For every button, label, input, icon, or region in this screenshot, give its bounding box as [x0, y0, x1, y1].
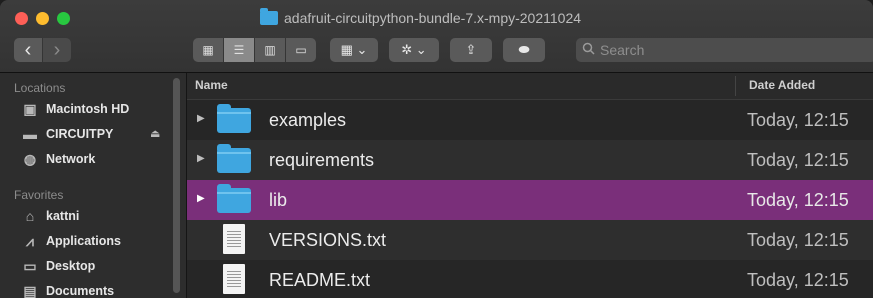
text-file-icon — [223, 224, 245, 254]
window-title: adafruit-circuitpython-bundle-7.x-mpy-20… — [260, 8, 582, 26]
sidebar-item-kattni[interactable]: ⌂ kattni — [22, 208, 80, 224]
file-date-added: Today, 12:15 — [747, 150, 849, 170]
file-date-added: Today, 12:15 — [747, 190, 849, 210]
search-icon — [582, 42, 595, 58]
sidebar-item-label: kattni — [46, 209, 80, 223]
home-icon: ⌂ — [25, 208, 35, 224]
table-row[interactable]: ▶ requirements Today, 12:15 — [187, 140, 873, 180]
file-date-added: Today, 12:15 — [747, 270, 849, 290]
file-name: examples — [269, 110, 347, 130]
eject-icon[interactable]: ⏏ — [150, 127, 160, 140]
sidebar-item-circuitpy[interactable]: ▬ CIRCUITPY — [22, 126, 113, 142]
sidebar-item-label: Applications — [46, 234, 122, 248]
folder-icon — [217, 184, 251, 213]
column-divider[interactable] — [735, 76, 736, 96]
gear-icon: ✲ ⌄ — [401, 42, 427, 57]
columns-icon: ▥ — [264, 43, 276, 57]
disclosure-triangle-icon[interactable]: ▶ — [197, 153, 205, 164]
column-date-added-header[interactable]: Date Added — [749, 78, 815, 92]
sidebar-item-label: Desktop — [46, 259, 96, 273]
sidebar-item-applications[interactable]: ⩘ Applications — [22, 233, 121, 249]
view-mode-control: ▦ ☰ ▥ ▭ — [193, 38, 316, 62]
share-icon: ⇪ — [465, 42, 477, 57]
sidebar-heading-favorites: Favorites — [14, 188, 64, 202]
applications-icon: ⩘ — [26, 232, 34, 249]
forward-button[interactable]: › — [43, 38, 71, 62]
file-name: requirements — [269, 150, 375, 170]
view-icons-button[interactable]: ▦ — [193, 38, 223, 62]
text-file-icon — [223, 264, 245, 294]
view-gallery-button[interactable]: ▭ — [286, 38, 316, 62]
disclosure-triangle-icon[interactable]: ▶ — [197, 193, 205, 204]
chevron-right-icon: › — [53, 39, 61, 61]
sidebar-scrollbar[interactable] — [173, 78, 180, 293]
folder-icon — [260, 8, 278, 25]
table-row[interactable]: VERSIONS.txt Today, 12:15 — [187, 220, 873, 260]
file-name: VERSIONS.txt — [269, 230, 387, 250]
search-placeholder: Search — [600, 42, 645, 58]
back-button[interactable]: ‹ — [14, 38, 42, 62]
file-name: README.txt — [269, 270, 371, 290]
share-button[interactable]: ⇪ — [450, 38, 492, 62]
finder-window: adafruit-circuitpython-bundle-7.x-mpy-20… — [0, 0, 873, 298]
tag-button[interactable]: ⬬ — [503, 38, 545, 62]
file-date-added: Today, 12:15 — [747, 230, 849, 250]
sidebar-item-label: Documents — [46, 284, 115, 298]
tag-icon: ⬬ — [518, 42, 530, 57]
column-name-header[interactable]: Name — [195, 78, 228, 92]
window-title-text: adafruit-circuitpython-bundle-7.x-mpy-20… — [284, 10, 582, 26]
sidebar-item-label: Network — [46, 152, 96, 166]
folder-icon — [217, 144, 251, 173]
folder-icon — [217, 104, 251, 133]
close-window-button[interactable] — [15, 12, 28, 25]
grid-icon: ▦ — [202, 43, 214, 57]
sidebar-item-network[interactable]: ◍ Network — [22, 151, 95, 167]
table-row[interactable]: ▶ examples Today, 12:15 — [187, 100, 873, 140]
sidebar-item-macintosh-hd[interactable]: ▣ Macintosh HD — [22, 101, 129, 117]
table-row-selected[interactable]: ▶ lib Today, 12:15 — [187, 180, 873, 220]
sidebar-item-label: Macintosh HD — [46, 102, 130, 116]
view-list-button[interactable]: ☰ — [224, 38, 254, 62]
view-columns-button[interactable]: ▥ — [255, 38, 285, 62]
sidebar-item-desktop[interactable]: ▭ Desktop — [22, 258, 95, 274]
gallery-icon: ▭ — [295, 43, 307, 57]
sidebar-item-documents[interactable]: ▤ Documents — [22, 283, 114, 298]
disclosure-triangle-icon[interactable]: ▶ — [197, 113, 205, 124]
file-list: Name Date Added ▶ examples Today, 12:15 … — [187, 73, 873, 298]
file-name: lib — [269, 190, 288, 210]
globe-icon: ◍ — [23, 150, 37, 167]
column-header: Name Date Added — [187, 73, 873, 100]
file-date-added: Today, 12:15 — [747, 110, 849, 130]
zoom-window-button[interactable] — [57, 12, 70, 25]
table-row[interactable]: README.txt Today, 12:15 — [187, 260, 873, 298]
list-icon: ☰ — [233, 43, 245, 57]
action-button[interactable]: ✲ ⌄ — [389, 38, 439, 62]
chevron-left-icon: ‹ — [24, 39, 32, 61]
sidebar-item-label: CIRCUITPY — [46, 127, 114, 141]
desktop-icon: ▭ — [23, 257, 37, 274]
external-drive-icon: ▬ — [23, 126, 37, 142]
search-field[interactable]: Search — [576, 38, 873, 62]
sidebar-heading-locations: Locations — [14, 81, 66, 95]
minimize-window-button[interactable] — [36, 12, 49, 25]
group-button[interactable]: ▦ ⌄ — [330, 38, 378, 62]
toolbar: adafruit-circuitpython-bundle-7.x-mpy-20… — [0, 0, 873, 73]
documents-icon: ▤ — [23, 282, 37, 298]
group-icon: ▦ ⌄ — [340, 42, 368, 57]
hard-drive-icon: ▣ — [23, 100, 37, 117]
